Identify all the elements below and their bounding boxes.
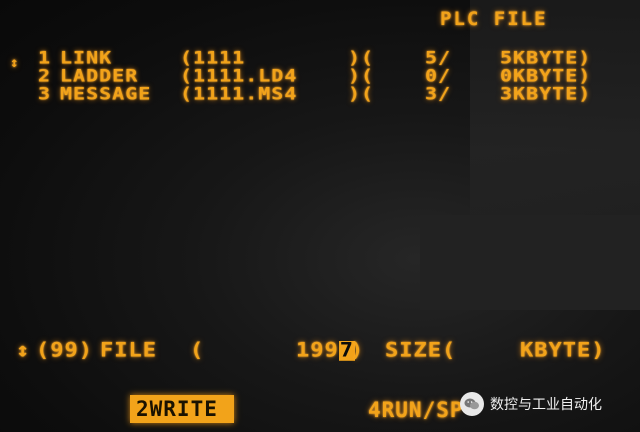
size-unit-label: KBYTE)	[520, 339, 606, 362]
file-row-1-path: (1111	[180, 47, 246, 68]
file-count-label: (99)	[36, 339, 93, 362]
page-title: PLC FILE	[440, 8, 548, 30]
cnc-screen: PLC FILE ↕ 1 LINK (1111 )( 5/ 5KBYTE) 2 …	[0, 0, 640, 432]
size-label: SIZE(	[385, 339, 457, 362]
run-stop-softkey[interactable]: 4RUN/SP	[368, 400, 464, 421]
row-cursor-marker: ↕	[10, 55, 20, 71]
file-row-1-name[interactable]: LINK	[60, 49, 112, 66]
file-row-2-count: 0/	[425, 65, 452, 86]
file-row-3-name[interactable]: MESSAGE	[60, 85, 151, 102]
write-softkey[interactable]: 2WRITE	[130, 395, 234, 423]
file-row-3-sep: )(	[348, 83, 375, 104]
file-row-3-path: (1111.MS4	[180, 83, 298, 104]
file-label: FILE	[100, 339, 157, 362]
file-open-paren: (	[190, 339, 205, 362]
file-number-value: 199	[296, 339, 339, 362]
file-row-2-path: (1111.LD4	[180, 65, 298, 86]
file-row-1-count: 5/	[425, 47, 452, 68]
file-row-1-size: 5KBYTE)	[500, 47, 592, 68]
watermark-text: 数控与工业自动化	[490, 397, 602, 413]
file-row-2-size: 0KBYTE)	[500, 65, 592, 86]
file-row-1-number[interactable]: 1	[38, 49, 51, 66]
screen-glare-lower	[420, 215, 640, 310]
wechat-icon	[460, 392, 484, 416]
file-row-3-number[interactable]: 3	[38, 85, 51, 102]
file-row-2-name[interactable]: LADDER	[60, 67, 138, 84]
file-row-2-sep: )(	[348, 65, 375, 86]
file-row-1-sep: )(	[348, 47, 375, 68]
file-row-3-count: 3/	[425, 83, 452, 104]
file-number-input[interactable]: 1997	[296, 341, 355, 361]
watermark: 数控与工业自动化	[460, 390, 602, 418]
file-close-paren: )	[350, 339, 365, 362]
file-row-3-size: 3KBYTE)	[500, 83, 592, 104]
file-row-2-number[interactable]: 2	[38, 67, 51, 84]
input-line-marker: ↕	[16, 339, 31, 362]
